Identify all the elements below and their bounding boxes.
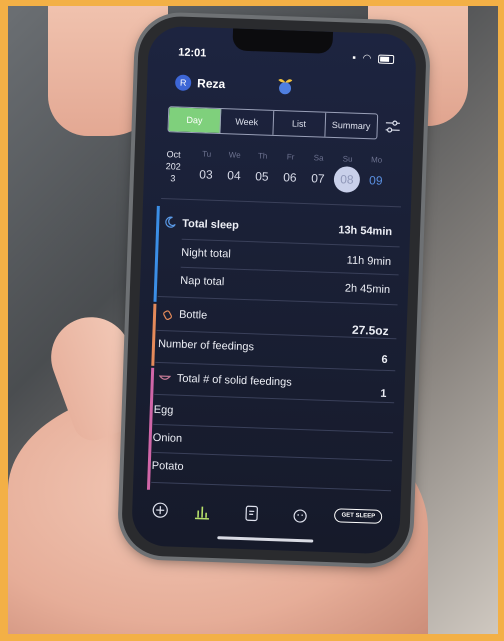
month-year-label: Oct 202 3 [165, 149, 181, 184]
day-04[interactable]: 04 [220, 168, 248, 183]
solid-item: Egg [153, 403, 174, 417]
feeding-section-bar [151, 303, 157, 366]
divider [155, 361, 396, 372]
username[interactable]: Reza [197, 76, 225, 91]
day-of-week: Su [342, 154, 353, 164]
divider [151, 481, 392, 492]
sleep-section-bar [153, 205, 160, 302]
divider [180, 266, 399, 276]
tab-week[interactable]: Week [220, 109, 274, 135]
solid-item: Onion [152, 431, 183, 445]
battery-icon [377, 54, 395, 64]
day-of-week: Mo [370, 155, 383, 165]
tab-day[interactable]: Day [168, 107, 222, 134]
bowl-icon [158, 375, 172, 380]
total-solid-feedings-value: 1 [380, 387, 387, 400]
total-sleep-value: 13h 54min [338, 224, 393, 239]
day-of-week: Th [257, 151, 268, 161]
night-total-value: 11h 9min [346, 254, 392, 269]
tab-summary[interactable]: Summary [325, 113, 377, 139]
total-solid-feedings-label: Total # of solid feedings [176, 372, 292, 389]
bottle-label: Bottle [178, 308, 208, 322]
bottle-icon [163, 310, 172, 321]
date-selector: Oct 202 3 Tu 03 We 04 Th 05 Fr 06 Sa 07 … [157, 148, 408, 197]
nap-total-label: Nap total [180, 274, 225, 289]
chart-icon[interactable] [192, 501, 213, 522]
divider [153, 423, 394, 434]
bottom-nav: GET SLEEP [146, 496, 387, 532]
avatar[interactable]: R [174, 74, 192, 91]
home-indicator [217, 536, 314, 543]
tab-list[interactable]: List [272, 110, 326, 137]
number-of-feedings-label: Number of feedings [157, 337, 255, 354]
app-logo-icon [278, 78, 293, 95]
divider [181, 238, 400, 248]
divider [157, 295, 398, 306]
notch [232, 28, 334, 54]
day-07[interactable]: 07 [304, 171, 332, 186]
signal-icon: ▪ [352, 52, 359, 64]
status-time: 12:01 [178, 46, 207, 60]
settings-sliders-icon[interactable] [383, 118, 402, 137]
view-tabs: Day Week List Summary [167, 106, 379, 140]
day-of-week: Sa [313, 153, 324, 163]
photo-background: 12:01 ▪ ◠ R Reza Day Week List Summary O… [8, 6, 498, 634]
phone: 12:01 ▪ ◠ R Reza Day Week List Summary O… [120, 15, 428, 565]
night-total-label: Night total [181, 246, 231, 261]
get-sleep-button[interactable]: GET SLEEP [334, 508, 383, 524]
day-08-selected[interactable]: 08 [333, 166, 361, 193]
divider [154, 393, 395, 404]
number-of-feedings-value: 6 [381, 353, 388, 367]
solid-item: Potato [151, 459, 184, 473]
notes-icon[interactable] [242, 503, 263, 524]
day-05[interactable]: 05 [248, 169, 276, 184]
total-sleep-label: Total sleep [182, 217, 240, 232]
day-of-week: We [228, 150, 241, 160]
bottle-value: 27.5oz [351, 322, 389, 339]
nap-total-value: 2h 45min [344, 282, 391, 297]
wifi-icon: ◠ [362, 52, 374, 65]
divider [152, 451, 393, 462]
phone-screen: 12:01 ▪ ◠ R Reza Day Week List Summary O… [131, 25, 417, 555]
moon-icon [165, 216, 176, 228]
day-of-week: Fr [286, 152, 295, 162]
add-icon[interactable] [150, 500, 171, 521]
day-09[interactable]: 09 [362, 173, 390, 188]
baby-face-icon[interactable] [290, 505, 311, 526]
divider [161, 198, 401, 208]
day-03[interactable]: 03 [192, 167, 220, 182]
status-icons: ▪ ◠ [352, 52, 395, 65]
day-06[interactable]: 06 [276, 170, 304, 185]
day-of-week: Tu [202, 149, 212, 159]
